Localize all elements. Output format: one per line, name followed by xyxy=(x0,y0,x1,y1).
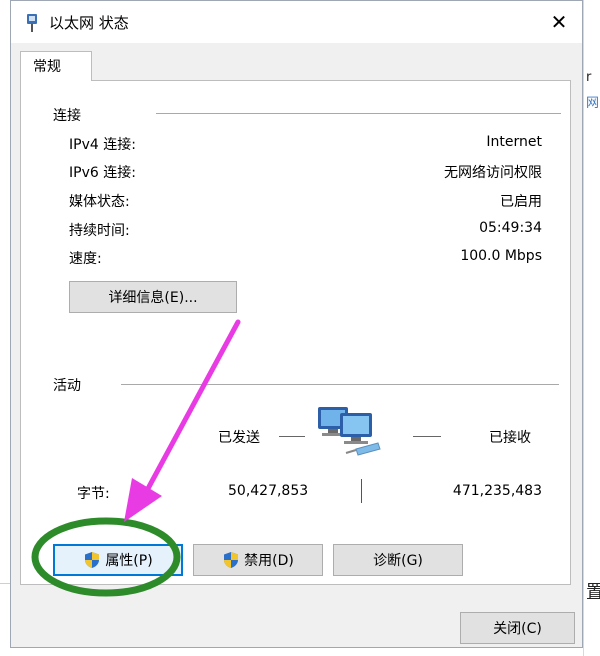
network-computers-icon xyxy=(318,407,381,456)
diagnose-button[interactable]: 诊断(G) xyxy=(333,544,463,576)
details-button[interactable]: 详细信息(E)... xyxy=(69,281,237,313)
details-button-label: 详细信息(E)... xyxy=(108,290,198,306)
background-window-text: r xyxy=(586,70,592,85)
disable-button[interactable]: 禁用(D) xyxy=(193,544,323,576)
ipv4-value: Internet xyxy=(486,134,542,150)
sent-label: 已发送 xyxy=(218,430,260,446)
uac-shield-icon xyxy=(224,552,239,568)
media-state-label: 媒体状态: xyxy=(69,194,130,210)
properties-button-label: 属性(P) xyxy=(105,553,153,569)
activity-group-title: 活动 xyxy=(53,378,81,394)
ipv4-label: IPv4 连接: xyxy=(69,137,136,153)
uac-shield-icon xyxy=(85,552,100,568)
received-line xyxy=(413,436,441,437)
tab-general[interactable]: 常规 xyxy=(20,51,92,81)
close-window-button[interactable]: ✕ xyxy=(536,1,582,43)
speed-value: 100.0 Mbps xyxy=(460,248,542,264)
activity-group-divider xyxy=(121,384,559,385)
close-icon: ✕ xyxy=(550,10,568,34)
diagnose-button-label: 诊断(G) xyxy=(373,553,423,569)
disable-button-label: 禁用(D) xyxy=(244,553,294,569)
bytes-sent-value: 50,427,853 xyxy=(228,483,309,499)
duration-label: 持续时间: xyxy=(69,223,130,239)
connection-group-title: 连接 xyxy=(53,108,81,124)
ipv6-value: 无网络访问权限 xyxy=(444,165,542,181)
background-window-text: 网 xyxy=(586,96,600,111)
duration-value: 05:49:34 xyxy=(479,220,542,236)
speed-label: 速度: xyxy=(69,251,102,267)
bytes-label: 字节: xyxy=(77,486,110,502)
ethernet-port-icon xyxy=(27,14,37,32)
close-button-label: 关闭(C) xyxy=(493,621,542,637)
connection-group-divider xyxy=(156,113,561,114)
properties-button[interactable]: 属性(P) xyxy=(53,544,183,576)
bytes-separator xyxy=(361,479,362,503)
bytes-received-value: 471,235,483 xyxy=(452,483,542,499)
sent-line xyxy=(279,436,305,437)
media-state-value: 已启用 xyxy=(500,194,542,210)
title-bar[interactable]: 以太网 状态 ✕ xyxy=(11,1,582,43)
background-window-text: 置 xyxy=(586,582,600,603)
ethernet-status-dialog: 以太网 状态 ✕ 常规 连接 IPv4 连接: Internet IPv6 连接… xyxy=(10,0,583,648)
close-button[interactable]: 关闭(C) xyxy=(460,612,575,644)
general-tab-panel: 连接 IPv4 连接: Internet IPv6 连接: 无网络访问权限 媒体… xyxy=(20,80,571,585)
received-label: 已接收 xyxy=(489,430,531,446)
window-title: 以太网 状态 xyxy=(49,14,129,32)
ipv6-label: IPv6 连接: xyxy=(69,165,136,181)
